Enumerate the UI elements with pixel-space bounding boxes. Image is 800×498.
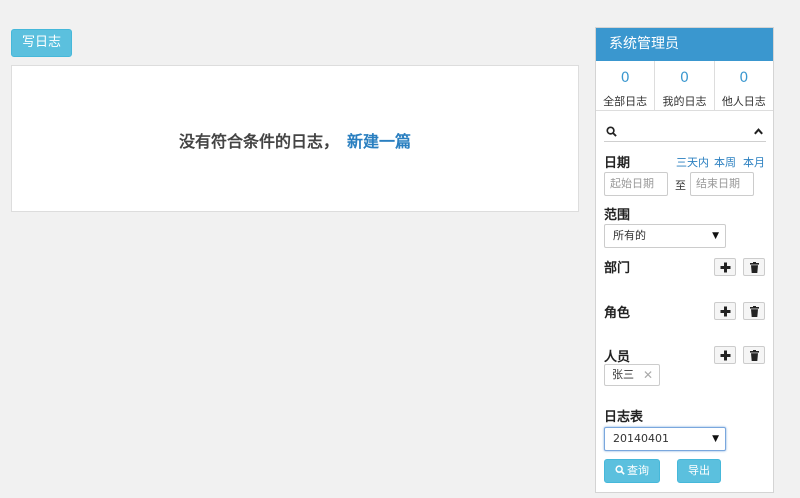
- stat-label: 全部日志: [603, 95, 648, 108]
- caret-down-icon: ▼: [712, 231, 719, 241]
- empty-state-message: 没有符合条件的日志， 新建一篇: [12, 128, 578, 152]
- plus-icon: [720, 262, 731, 273]
- add-person-button[interactable]: [714, 346, 736, 364]
- query-label: 查询: [627, 464, 649, 477]
- query-button[interactable]: 查询: [604, 459, 660, 483]
- caret-down-icon: ▼: [712, 434, 719, 444]
- write-log-button[interactable]: 写日志: [11, 29, 72, 57]
- scope-value: 所有的: [613, 229, 646, 242]
- trash-icon: [750, 262, 759, 273]
- quick-range-this-month[interactable]: 本月: [743, 154, 765, 170]
- delete-person-button[interactable]: [743, 346, 765, 364]
- quick-range-three-days[interactable]: 三天内: [676, 154, 709, 170]
- empty-state-text: 没有符合条件的日志，: [178, 132, 339, 151]
- search-icon: [606, 126, 617, 137]
- scope-label: 范围: [604, 208, 631, 223]
- delete-role-button[interactable]: [743, 302, 765, 320]
- stat-count: 0: [739, 70, 749, 86]
- delete-department-button[interactable]: [743, 258, 765, 276]
- end-date-input[interactable]: 结束日期: [690, 172, 754, 196]
- stat-label: 他人日志: [721, 95, 766, 108]
- filter-sidebar: 系统管理员 0 全部日志 0 我的日志 0 他人日志 日期 三天内 本周 本月 …: [595, 27, 774, 493]
- person-label: 人员: [604, 350, 631, 365]
- role-label: 角色: [604, 306, 631, 321]
- search-filter-bar[interactable]: [604, 122, 766, 142]
- new-log-link[interactable]: 新建一篇: [347, 132, 411, 151]
- date-label: 日期: [604, 156, 631, 171]
- export-button[interactable]: 导出: [677, 459, 721, 483]
- trash-icon: [750, 306, 759, 317]
- department-label: 部门: [604, 261, 631, 276]
- chevron-up-icon[interactable]: [753, 126, 764, 137]
- add-department-button[interactable]: [714, 258, 736, 276]
- person-chip-label: 张三: [612, 368, 634, 381]
- log-table-select[interactable]: 20140401 ▼: [604, 427, 726, 451]
- sidebar-title: 系统管理员: [596, 28, 773, 61]
- stat-count: 0: [680, 70, 689, 86]
- plus-icon: [720, 350, 731, 361]
- person-chip: 张三 ✕: [604, 364, 660, 386]
- log-stats: 0 全部日志 0 我的日志 0 他人日志: [596, 61, 773, 111]
- start-date-input[interactable]: 起始日期: [604, 172, 668, 196]
- stat-count: 0: [620, 70, 630, 86]
- stat-all-logs[interactable]: 0 全部日志: [596, 61, 656, 110]
- log-list-panel: 没有符合条件的日志， 新建一篇: [11, 65, 579, 212]
- scope-select[interactable]: 所有的 ▼: [604, 224, 726, 248]
- remove-chip-icon[interactable]: ✕: [643, 365, 653, 385]
- date-separator: 至: [675, 179, 686, 192]
- stat-my-logs[interactable]: 0 我的日志: [655, 61, 715, 110]
- stat-others-logs[interactable]: 0 他人日志: [715, 61, 773, 110]
- search-icon: [615, 465, 625, 475]
- log-table-label: 日志表: [604, 410, 644, 425]
- trash-icon: [750, 350, 759, 361]
- log-table-value: 20140401: [613, 432, 669, 445]
- stat-label: 我的日志: [662, 95, 707, 108]
- quick-range-this-week[interactable]: 本周: [714, 154, 736, 170]
- add-role-button[interactable]: [714, 302, 736, 320]
- plus-icon: [720, 306, 731, 317]
